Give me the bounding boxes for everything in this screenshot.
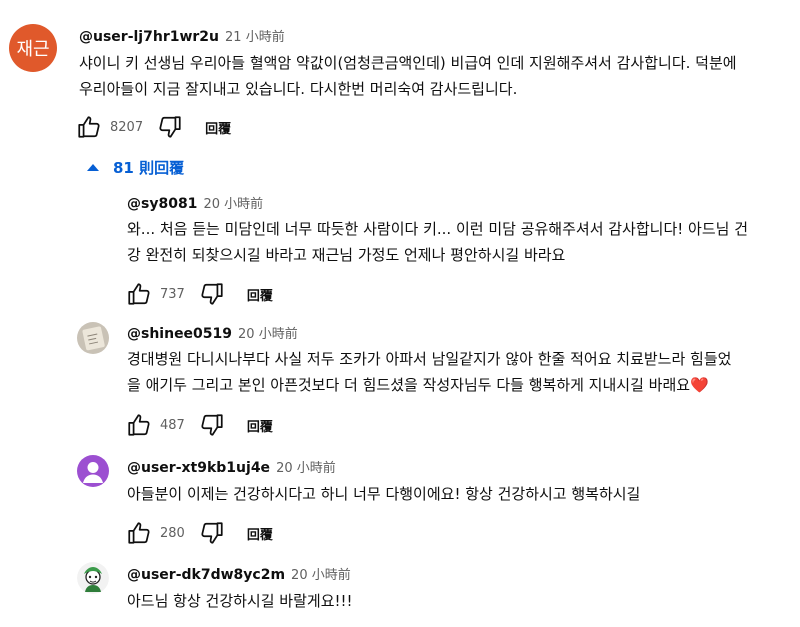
comment-actions: 8207 回覆 bbox=[76, 113, 231, 141]
thumbs-down-icon[interactable] bbox=[157, 114, 183, 140]
comment-text: 아들분이 이제는 건강하시다고 하니 너무 다행이에요! 항상 건강하시고 행복… bbox=[127, 481, 640, 507]
replies-count-label: 81 則回覆 bbox=[113, 159, 185, 177]
comment-header: @sy8081 20 小時前 bbox=[127, 195, 263, 214]
comment-actions: 737 回覆 bbox=[126, 280, 273, 308]
like-count: 280 bbox=[160, 525, 185, 541]
heart-emoji-icon: ❤️ bbox=[690, 376, 709, 394]
comment-header: @user-lj7hr1wr2u 21 小時前 bbox=[79, 28, 285, 47]
comment-text: 아드님 항상 건강하시길 바랄게요!!! bbox=[127, 588, 353, 614]
comment-text-line: 샤이니 키 선생님 우리아들 혈액암 약값이(엄청큰금액인데) 비급여 인데 지… bbox=[79, 54, 737, 72]
comment-text: 와... 처음 듣는 미담인데 너무 따듯한 사람이다 키... 이런 미담 공… bbox=[127, 216, 748, 268]
thumbs-down-icon[interactable] bbox=[199, 412, 225, 438]
thumbs-up-icon[interactable] bbox=[126, 412, 152, 438]
comment-text: 경대병원 다니시나부다 사실 저두 조카가 아파서 남일같지가 않아 한줄 적어… bbox=[127, 346, 731, 398]
comment-text-line: 아드님 항상 건강하시길 바랄게요!!! bbox=[127, 592, 353, 610]
comment-text-line: 와... 처음 듣는 미담인데 너무 따듯한 사람이다 키... 이런 미담 공… bbox=[127, 220, 749, 238]
comment-time[interactable]: 21 小時前 bbox=[225, 30, 285, 45]
comment-author[interactable]: @sy8081 bbox=[127, 196, 197, 212]
like-count: 487 bbox=[160, 417, 185, 433]
comment-author[interactable]: @user-lj7hr1wr2u bbox=[79, 29, 219, 45]
comment-author[interactable]: @user-dk7dw8yc2m bbox=[127, 567, 285, 583]
thumbs-down-icon[interactable] bbox=[199, 281, 225, 307]
comment-text-line: 을 애기두 그리고 본인 아픈것보다 더 힘드셨을 작성자님두 다들 행복하게 … bbox=[127, 372, 731, 398]
comment-time[interactable]: 20 小時前 bbox=[238, 327, 298, 342]
comment-text-line: 아들분이 이제는 건강하시다고 하니 너무 다행이에요! 항상 건강하시고 행복… bbox=[127, 485, 641, 503]
avatar[interactable] bbox=[77, 196, 109, 228]
avatar-image bbox=[77, 562, 109, 594]
comment-author[interactable]: @shinee0519 bbox=[127, 326, 232, 342]
comment-text-line: 경대병원 다니시나부다 사실 저두 조카가 아파서 남일같지가 않아 한줄 적어… bbox=[127, 350, 732, 368]
replies-toggle-button[interactable]: 81 則回覆 bbox=[87, 157, 184, 178]
avatar[interactable]: 재근 bbox=[9, 24, 57, 72]
comment-header: @shinee0519 20 小時前 bbox=[127, 325, 298, 344]
reply-button[interactable]: 回覆 bbox=[247, 416, 273, 435]
comment-time[interactable]: 20 小時前 bbox=[291, 568, 351, 583]
thumbs-up-icon[interactable] bbox=[126, 281, 152, 307]
reply-button[interactable]: 回覆 bbox=[205, 118, 231, 137]
like-count: 8207 bbox=[110, 119, 144, 135]
comment-text: 샤이니 키 선생님 우리아들 혈액암 약값이(엄청큰금액인데) 비급여 인데 지… bbox=[79, 50, 737, 102]
comment-time[interactable]: 20 小時前 bbox=[276, 461, 336, 476]
comment-header: @user-xt9kb1uj4e 20 小時前 bbox=[127, 459, 336, 478]
comment-text-line: 강 완전히 되찾으시길 바라고 재근님 가정도 언제나 평안하시길 바라요 bbox=[127, 246, 566, 264]
comment-actions: 280 回覆 bbox=[126, 519, 273, 547]
avatar[interactable] bbox=[77, 562, 109, 594]
comment-text-span: 을 애기두 그리고 본인 아픈것보다 더 힘드셨을 작성자님두 다들 행복하게 … bbox=[127, 376, 691, 394]
thumbs-down-icon[interactable] bbox=[199, 520, 225, 546]
comment-actions: 487 回覆 bbox=[126, 411, 273, 439]
avatar[interactable] bbox=[77, 455, 109, 487]
reply-button[interactable]: 回覆 bbox=[247, 285, 273, 304]
comment-header: @user-dk7dw8yc2m 20 小時前 bbox=[127, 566, 351, 585]
comment-text-line: 우리아들이 지금 잘지내고 있습니다. 다시한번 머리숙여 감사드립니다. bbox=[79, 80, 518, 98]
like-count: 737 bbox=[160, 286, 185, 302]
avatar[interactable] bbox=[77, 322, 109, 354]
comment-author[interactable]: @user-xt9kb1uj4e bbox=[127, 460, 270, 476]
user-silhouette-icon bbox=[83, 462, 103, 483]
avatar-image bbox=[77, 322, 109, 354]
caret-up-icon bbox=[87, 164, 99, 171]
reply-button[interactable]: 回覆 bbox=[247, 524, 273, 543]
thumbs-up-icon[interactable] bbox=[76, 114, 102, 140]
thumbs-up-icon[interactable] bbox=[126, 520, 152, 546]
comment-time[interactable]: 20 小時前 bbox=[203, 197, 263, 212]
